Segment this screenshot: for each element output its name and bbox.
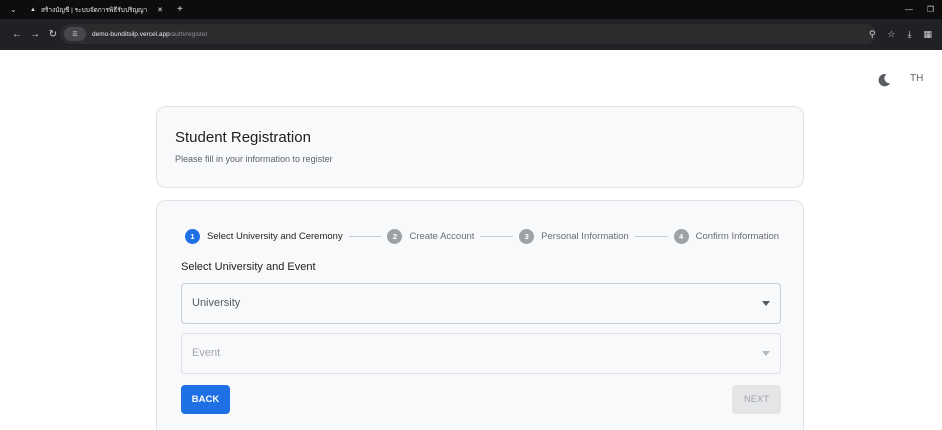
registration-form-card: 1 Select University and Ceremony 2 Creat… <box>156 200 804 430</box>
tab-favicon-icon: ▲ <box>30 6 36 13</box>
university-select[interactable]: University <box>181 283 781 324</box>
language-toggle-button[interactable]: TH <box>910 73 923 84</box>
zoom-icon[interactable]: ⚲ <box>869 29 876 40</box>
step-confirm-information: 4 Confirm Information <box>673 228 780 244</box>
url-path: /auth/register <box>169 30 208 38</box>
back-arrow-icon[interactable]: ← <box>8 29 26 40</box>
step-select-university: 1 Select University and Ceremony <box>185 228 343 244</box>
step-number: 3 <box>519 228 535 244</box>
window-controls: — ❐ <box>905 0 934 19</box>
browser-tab[interactable]: ▲ สร้างบัญชี | ระบบจัดการพิธีรับปริญญา ✕ <box>24 0 169 19</box>
tab-list-chevron-icon[interactable]: ⌄ <box>10 5 24 14</box>
site-info-icon[interactable]: ☰ <box>64 27 86 41</box>
step-create-account: 2 Create Account <box>387 228 475 244</box>
back-button[interactable]: BACK <box>181 385 230 414</box>
section-title: Select University and Event <box>181 261 316 273</box>
download-icon[interactable]: ⤓ <box>908 29 912 40</box>
step-personal-information: 3 Personal Information <box>519 228 629 244</box>
step-number: 2 <box>387 228 403 244</box>
registration-stepper: 1 Select University and Ceremony 2 Creat… <box>185 228 779 244</box>
next-button[interactable]: NEXT <box>732 385 781 414</box>
new-tab-icon[interactable]: + <box>177 4 183 15</box>
chevron-down-icon <box>762 301 770 306</box>
step-number: 1 <box>185 228 200 244</box>
restore-icon[interactable]: ❐ <box>927 5 934 14</box>
browser-tab-bar: ⌄ ▲ สร้างบัญชี | ระบบจัดการพิธีรับปริญญา… <box>0 0 942 19</box>
step-number: 4 <box>673 228 689 244</box>
registration-header-card: Student Registration Please fill in your… <box>156 106 804 188</box>
step-connector <box>480 235 514 237</box>
dark-mode-moon-icon[interactable] <box>876 72 892 88</box>
url-input[interactable]: ☰ demo-bunditsilp.vercel.app /auth/regis… <box>60 24 876 44</box>
step-label: Personal Information <box>541 230 629 242</box>
event-select[interactable]: Event <box>181 333 781 374</box>
step-connector <box>348 235 382 237</box>
forward-arrow-icon[interactable]: → <box>26 29 44 40</box>
step-connector <box>634 235 668 237</box>
event-select-placeholder: Event <box>192 347 221 359</box>
step-label: Create Account <box>409 230 475 242</box>
minimize-icon[interactable]: — <box>905 5 913 14</box>
tab-title: สร้างบัญชี | ระบบจัดการพิธีรับปริญญา <box>40 6 148 14</box>
step-label: Confirm Information <box>695 230 780 242</box>
page-title: Student Registration <box>175 129 311 146</box>
page-subtitle: Please fill in your information to regis… <box>175 154 333 164</box>
browser-address-bar: ← → ↻ ☰ demo-bunditsilp.vercel.app /auth… <box>0 19 942 50</box>
tab-close-icon[interactable]: ✕ <box>157 6 163 14</box>
university-select-placeholder: University <box>192 297 241 309</box>
step-label: Select University and Ceremony <box>207 230 343 242</box>
bookmark-star-icon[interactable]: ☆ <box>887 29 895 40</box>
extensions-icon[interactable]: ▦ <box>923 29 932 40</box>
chevron-down-icon <box>762 351 770 356</box>
url-domain: demo-bunditsilp.vercel.app <box>92 30 170 38</box>
browser-toolbar: ⚲ ☆ ⤓ ▦ <box>869 19 932 50</box>
